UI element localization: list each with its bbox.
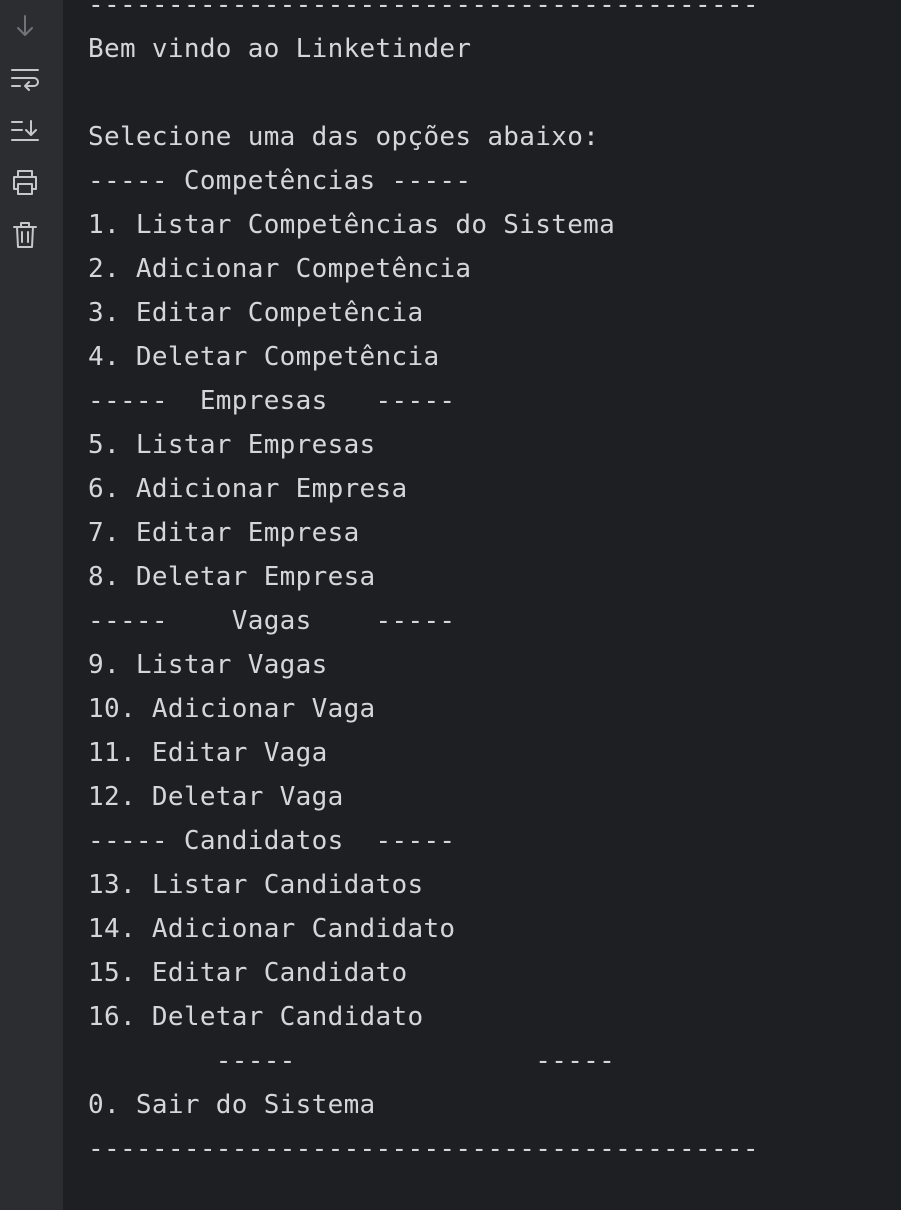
console-toolbar: [0, 0, 63, 1210]
menu-option: 11. Editar Vaga: [88, 738, 328, 768]
section-header-candidatos: ----- Candidatos -----: [88, 826, 456, 856]
prompt-line: Selecione uma das opções abaixo:: [88, 122, 600, 152]
section-header-competencias: ----- Competências -----: [88, 166, 472, 196]
menu-option: 16. Deletar Candidato: [88, 1002, 424, 1032]
menu-option: 10. Adicionar Vaga: [88, 694, 376, 724]
menu-option: 15. Editar Candidato: [88, 958, 408, 988]
menu-option: 2. Adicionar Competência: [88, 254, 472, 284]
menu-option: 14. Adicionar Candidato: [88, 914, 456, 944]
menu-option: 9. Listar Vagas: [88, 650, 328, 680]
section-header-empresas: ----- Empresas -----: [88, 386, 456, 416]
print-icon[interactable]: [9, 166, 41, 198]
menu-option: 6. Adicionar Empresa: [88, 474, 408, 504]
menu-option: 1. Listar Competências do Sistema: [88, 210, 616, 240]
console-output[interactable]: ----------------------------------------…: [63, 0, 901, 1210]
menu-option-exit: 0. Sair do Sistema: [88, 1090, 376, 1120]
menu-option: 13. Listar Candidatos: [88, 870, 424, 900]
menu-option: 12. Deletar Vaga: [88, 782, 344, 812]
separator-line-top: ----------------------------------------…: [88, 0, 759, 20]
scroll-to-end-icon[interactable]: [9, 115, 41, 147]
arrow-down-icon[interactable]: [9, 10, 41, 42]
menu-option: 7. Editar Empresa: [88, 518, 360, 548]
trash-icon[interactable]: [9, 219, 41, 251]
soft-wrap-icon[interactable]: [9, 63, 41, 95]
section-header-vagas: ----- Vagas -----: [88, 606, 456, 636]
menu-option: 8. Deletar Empresa: [88, 562, 376, 592]
menu-option: 4. Deletar Competência: [88, 342, 440, 372]
menu-option: 3. Editar Competência: [88, 298, 424, 328]
menu-option: 5. Listar Empresas: [88, 430, 376, 460]
welcome-line: Bem vindo ao Linketinder: [88, 34, 472, 64]
section-divider: ----- -----: [88, 1046, 616, 1076]
separator-line-bottom: ----------------------------------------…: [88, 1134, 759, 1164]
